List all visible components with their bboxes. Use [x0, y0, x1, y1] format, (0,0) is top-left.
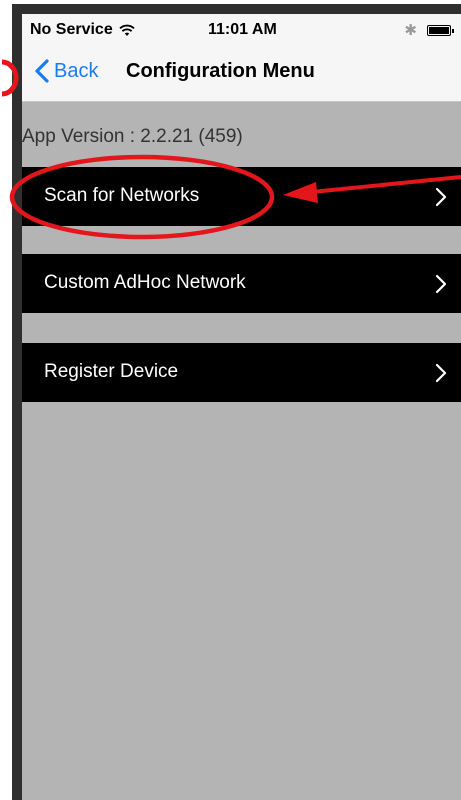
app-version-label: App Version : 2.2.21 (459) [22, 126, 243, 147]
chevron-right-icon [435, 363, 447, 383]
page-title: Configuration Menu [126, 60, 315, 82]
menu-item-register-device[interactable]: Register Device [22, 343, 461, 402]
menu-item-label: Custom AdHoc Network [44, 272, 246, 293]
status-right-group: ✱ [404, 21, 454, 39]
chevron-right-icon [435, 187, 447, 207]
status-bar: No Service 11:01 AM ✱ [22, 14, 461, 46]
bluetooth-icon: ✱ [404, 22, 417, 39]
chevron-left-icon [35, 59, 49, 83]
navigation-bar: Back Configuration Menu [22, 46, 461, 102]
back-label: Back [54, 59, 99, 82]
wifi-icon [119, 24, 135, 36]
menu-item-scan-for-networks[interactable]: Scan for Networks [22, 167, 461, 226]
back-button[interactable]: Back [32, 58, 98, 84]
menu-item-label: Register Device [44, 361, 179, 382]
menu-item-custom-adhoc-network[interactable]: Custom AdHoc Network [22, 254, 461, 313]
battery-icon [427, 24, 454, 36]
status-time: 11:01 AM [208, 21, 277, 38]
screen: No Service 11:01 AM ✱ Back Configuration… [22, 14, 461, 800]
chevron-right-icon [435, 274, 447, 294]
carrier-label: No Service [30, 21, 113, 38]
status-carrier-group: No Service [30, 21, 135, 39]
phone-frame: No Service 11:01 AM ✱ Back Configuration… [12, 4, 461, 800]
menu-item-label: Scan for Networks [44, 185, 200, 206]
